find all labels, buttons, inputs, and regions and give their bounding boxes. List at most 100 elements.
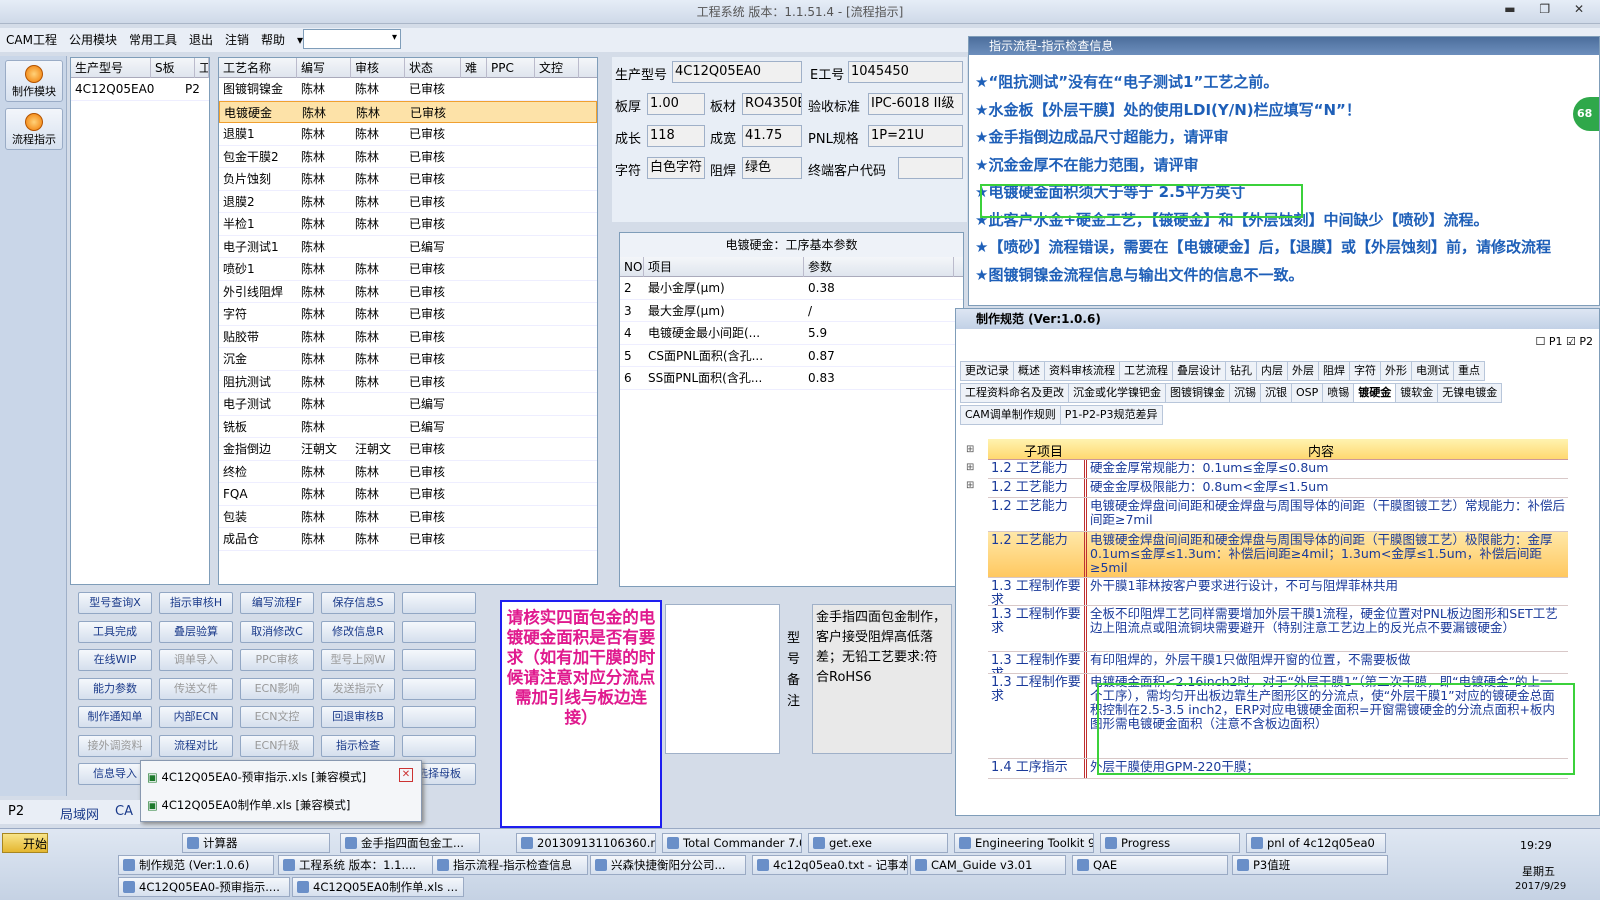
process-col-header[interactable]: 工艺名称 — [219, 58, 297, 78]
progress-badge[interactable]: 68 — [1573, 97, 1599, 131]
process-row[interactable]: 终检 陈林 陈林 已审核 — [219, 461, 597, 483]
taskbar-item[interactable]: 指示流程-指示检查信息 — [432, 855, 588, 875]
param-row[interactable]: 3 最大金厚(μm) / — [620, 300, 963, 322]
popup-close-icon[interactable]: ✕ — [399, 768, 413, 782]
process-row[interactable]: FQA 陈林 陈林 已审核 — [219, 483, 597, 506]
action-button[interactable]: 接外调资料 — [78, 734, 152, 757]
spec-tab[interactable]: 钻孔 — [1225, 361, 1257, 381]
taskbar-item[interactable]: 201309131106360.rt... — [516, 833, 656, 853]
process-row[interactable]: 喷砂1 陈林 陈林 已审核 — [219, 258, 597, 281]
spec-tab[interactable]: 无镍电镀金 — [1437, 383, 1503, 403]
taskbar-item[interactable]: 制作规范 (Ver:1.0.6) — [118, 855, 274, 875]
col-model[interactable]: 生产型号 — [71, 58, 151, 78]
action-button[interactable] — [402, 649, 476, 671]
taskbar-item[interactable]: pnl of 4c12q05ea0 — [1246, 833, 1386, 853]
spec-tab[interactable]: 喷锡 — [1322, 383, 1355, 403]
spec-row[interactable]: 1.3 工程制作要求 外干膜1菲林按客户要求进行设计，不可与阻焊菲林共用 — [988, 578, 1568, 606]
clock[interactable]: 19:29 — [1520, 839, 1552, 852]
popup-item-1[interactable]: ▣ 4C12Q05EA0-预审指示.xls [兼容模式] — [147, 769, 366, 785]
process-row[interactable]: 字符 陈林 陈林 已审核 — [219, 303, 597, 326]
spec-tab[interactable]: 资料审核流程 — [1044, 361, 1120, 381]
plant-selector[interactable]: P2 — [8, 804, 24, 819]
action-button[interactable]: 调单导入 — [159, 649, 233, 671]
menu-cam[interactable]: CAM工程 — [0, 28, 63, 52]
prod-field[interactable]: 4C12Q05EA0 — [672, 61, 802, 83]
spec-tab[interactable]: 叠层设计 — [1172, 361, 1226, 381]
wid-field[interactable]: 41.75 — [742, 125, 802, 147]
spec-tab[interactable]: P1-P2-P3规范差异 — [1059, 405, 1163, 425]
cust-field[interactable] — [898, 157, 963, 179]
process-row[interactable]: 电子测试 陈林 已编写 — [219, 393, 597, 416]
param-row[interactable]: 5 CS面PNL面积(含孔... 0.87 — [620, 345, 963, 367]
process-row[interactable]: 阻抗测试 陈林 陈林 已审核 — [219, 371, 597, 393]
action-button[interactable]: 工具完成 — [78, 620, 152, 643]
spec-tab[interactable]: 字符 — [1349, 361, 1381, 381]
spec-tab[interactable]: 概述 — [1013, 361, 1045, 381]
process-row[interactable]: 外引线阻焊 陈林 陈林 已审核 — [219, 281, 597, 303]
col-item[interactable]: 项目 — [644, 257, 804, 277]
start-button[interactable]: 开始 — [2, 833, 48, 853]
action-button[interactable]: 叠层验算 — [159, 620, 233, 643]
param-row[interactable]: 6 SS面PNL面积(含孔... 0.83 — [620, 367, 963, 390]
action-button[interactable]: 型号查询X — [78, 592, 152, 614]
char-field[interactable]: 白色字符 — [647, 157, 705, 179]
window-controls[interactable]: ▬ ❐ ✕ — [1504, 2, 1594, 16]
spec-tab[interactable]: 沉银 — [1260, 383, 1292, 403]
process-row[interactable]: 成品仓 陈林 陈林 已审核 — [219, 528, 597, 551]
action-button[interactable]: 指示审核H — [159, 592, 233, 614]
len-field[interactable]: 118 — [647, 125, 705, 147]
spec-tab[interactable]: 工艺流程 — [1119, 361, 1173, 381]
action-button[interactable]: 保存信息S — [321, 592, 395, 614]
process-row[interactable]: 包金干膜2 陈林 陈林 已审核 — [219, 146, 597, 168]
action-button[interactable]: 取消修改C — [240, 620, 314, 643]
taskbar-item[interactable]: 4c12q05ea0.txt - 记事本 — [752, 855, 908, 875]
action-button[interactable]: 传送文件 — [159, 677, 233, 700]
process-row[interactable]: 铣板 陈林 已编写 — [219, 416, 597, 438]
taskbar-item[interactable]: CAM_Guide v3.01 — [910, 855, 1066, 875]
action-button[interactable]: ECN影响 — [240, 677, 314, 700]
action-button[interactable]: 能力参数 — [78, 677, 152, 700]
process-row[interactable]: 电镀硬金 陈林 陈林 已审核 — [219, 100, 597, 123]
spec-tab[interactable]: 电测试 — [1411, 361, 1454, 381]
taskbar-item[interactable]: 4C12Q05EA0制作单.xls ... — [292, 877, 464, 897]
action-button[interactable]: ECN升级 — [240, 734, 314, 757]
make-module-button[interactable]: 制作模块 — [5, 60, 63, 102]
spec-tab[interactable]: 阻焊 — [1318, 361, 1350, 381]
mask-field[interactable]: 绿色 — [742, 157, 802, 179]
menu-exit[interactable]: 退出 — [183, 28, 219, 52]
spec-row[interactable]: 1.3 工程制作要求有印阻焊的，外层干膜1只做阻焊开窗的位置，不需要板做 — [988, 652, 1568, 674]
e-field[interactable]: 1045450 — [848, 61, 963, 83]
pnl-field[interactable]: 1P=21U — [868, 125, 963, 147]
process-col-header[interactable]: 文控 — [535, 58, 579, 78]
spec-tab[interactable]: 内层 — [1256, 361, 1288, 381]
process-col-header[interactable]: 编写 — [297, 58, 351, 78]
spec-tab[interactable]: 外形 — [1380, 361, 1412, 381]
spec-row[interactable]: 1.2 工艺能力 电镀硬金焊盘间间距和硬金焊盘与周围导体的间距（干膜图镀工艺）极限… — [988, 532, 1568, 578]
note-scroll-area[interactable] — [665, 604, 780, 754]
process-row[interactable]: 包装 陈林 陈林 已审核 — [219, 506, 597, 528]
toolbar-combo[interactable] — [303, 29, 401, 49]
action-button[interactable]: 指示检查 — [321, 734, 395, 757]
spec-row[interactable]: 1.2 工艺能力 硬金金厚常规能力：0.1um≤金厚≤0.8um — [988, 460, 1568, 479]
model-row[interactable]: 4C12Q05EA0 P2 — [71, 78, 209, 101]
spec-tab[interactable]: 更改记录 — [960, 361, 1014, 381]
spec-tab[interactable]: 镀硬金 — [1353, 383, 1397, 403]
col-s-board[interactable]: S板 — [151, 58, 195, 78]
action-button[interactable]: 发送指示Y — [321, 677, 395, 700]
action-button[interactable]: 回退审核B — [321, 706, 395, 728]
spec-row[interactable]: 1.3 工程制作要求 全板不印阻焊工艺同样需要增加外层干膜1流程，硬金位置对PNL… — [988, 606, 1568, 652]
action-button[interactable] — [402, 734, 476, 757]
process-col-header[interactable]: 审核 — [351, 58, 405, 78]
col-value[interactable]: 参数 — [804, 257, 954, 277]
action-button[interactable]: 内部ECN — [159, 706, 233, 728]
taskbar-item[interactable]: 金手指四面包金工... — [340, 833, 480, 853]
taskbar-item[interactable]: 工程系统 版本：1.1.... — [278, 855, 434, 875]
process-col-header[interactable]: PPC — [487, 58, 535, 78]
action-button[interactable]: 在线WIP — [78, 649, 152, 671]
action-button[interactable]: PPC审核 — [240, 649, 314, 671]
process-row[interactable]: 负片蚀刻 陈林 陈林 已审核 — [219, 168, 597, 191]
process-row[interactable]: 退膜1 陈林 陈林 已审核 — [219, 123, 597, 146]
process-row[interactable]: 图镀铜镍金 陈林 陈林 已审核 — [219, 78, 597, 101]
spec-tab[interactable]: 图镀铜镍金 — [1165, 383, 1230, 403]
popup-item-2[interactable]: ▣ 4C12Q05EA0制作单.xls [兼容模式] — [147, 797, 350, 813]
